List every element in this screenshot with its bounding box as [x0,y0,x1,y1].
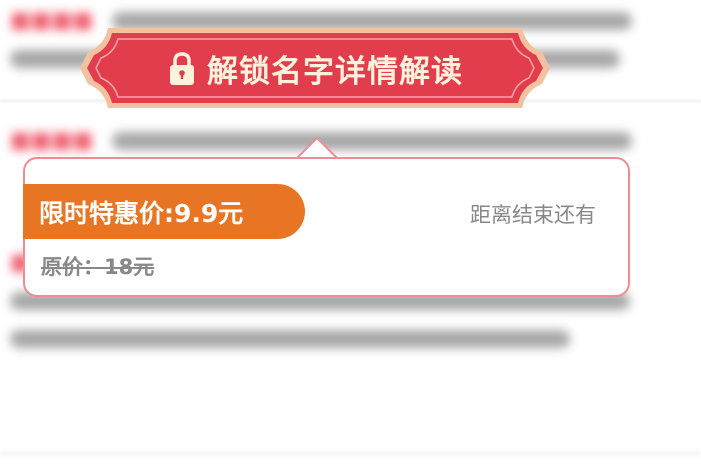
sale-price-tag: 限时特惠价:9.9元 [23,184,305,239]
lock-icon [170,52,194,85]
unlock-button-content: 解锁名字详情解读 [80,22,550,114]
divider [0,452,701,455]
blurred-label: ■■■■ [10,128,94,153]
countdown-label: 距离结束还有 [470,203,596,227]
unlock-button-label: 解锁名字详情解读 [207,53,463,90]
blurred-text-bar [10,330,570,348]
original-price: 原价：18元 [41,255,155,279]
price-popup: 限时特惠价:9.9元 距离结束还有 原价：18元 [23,157,630,297]
unlock-details-button[interactable]: 解锁名字详情解读 [80,22,550,114]
app-screen: ■■■■ ■■■■ ■ 解锁名字详情解读 限时特惠价:9.9元 距离结束还有 原… [0,0,701,473]
blurred-text-bar [112,132,633,150]
